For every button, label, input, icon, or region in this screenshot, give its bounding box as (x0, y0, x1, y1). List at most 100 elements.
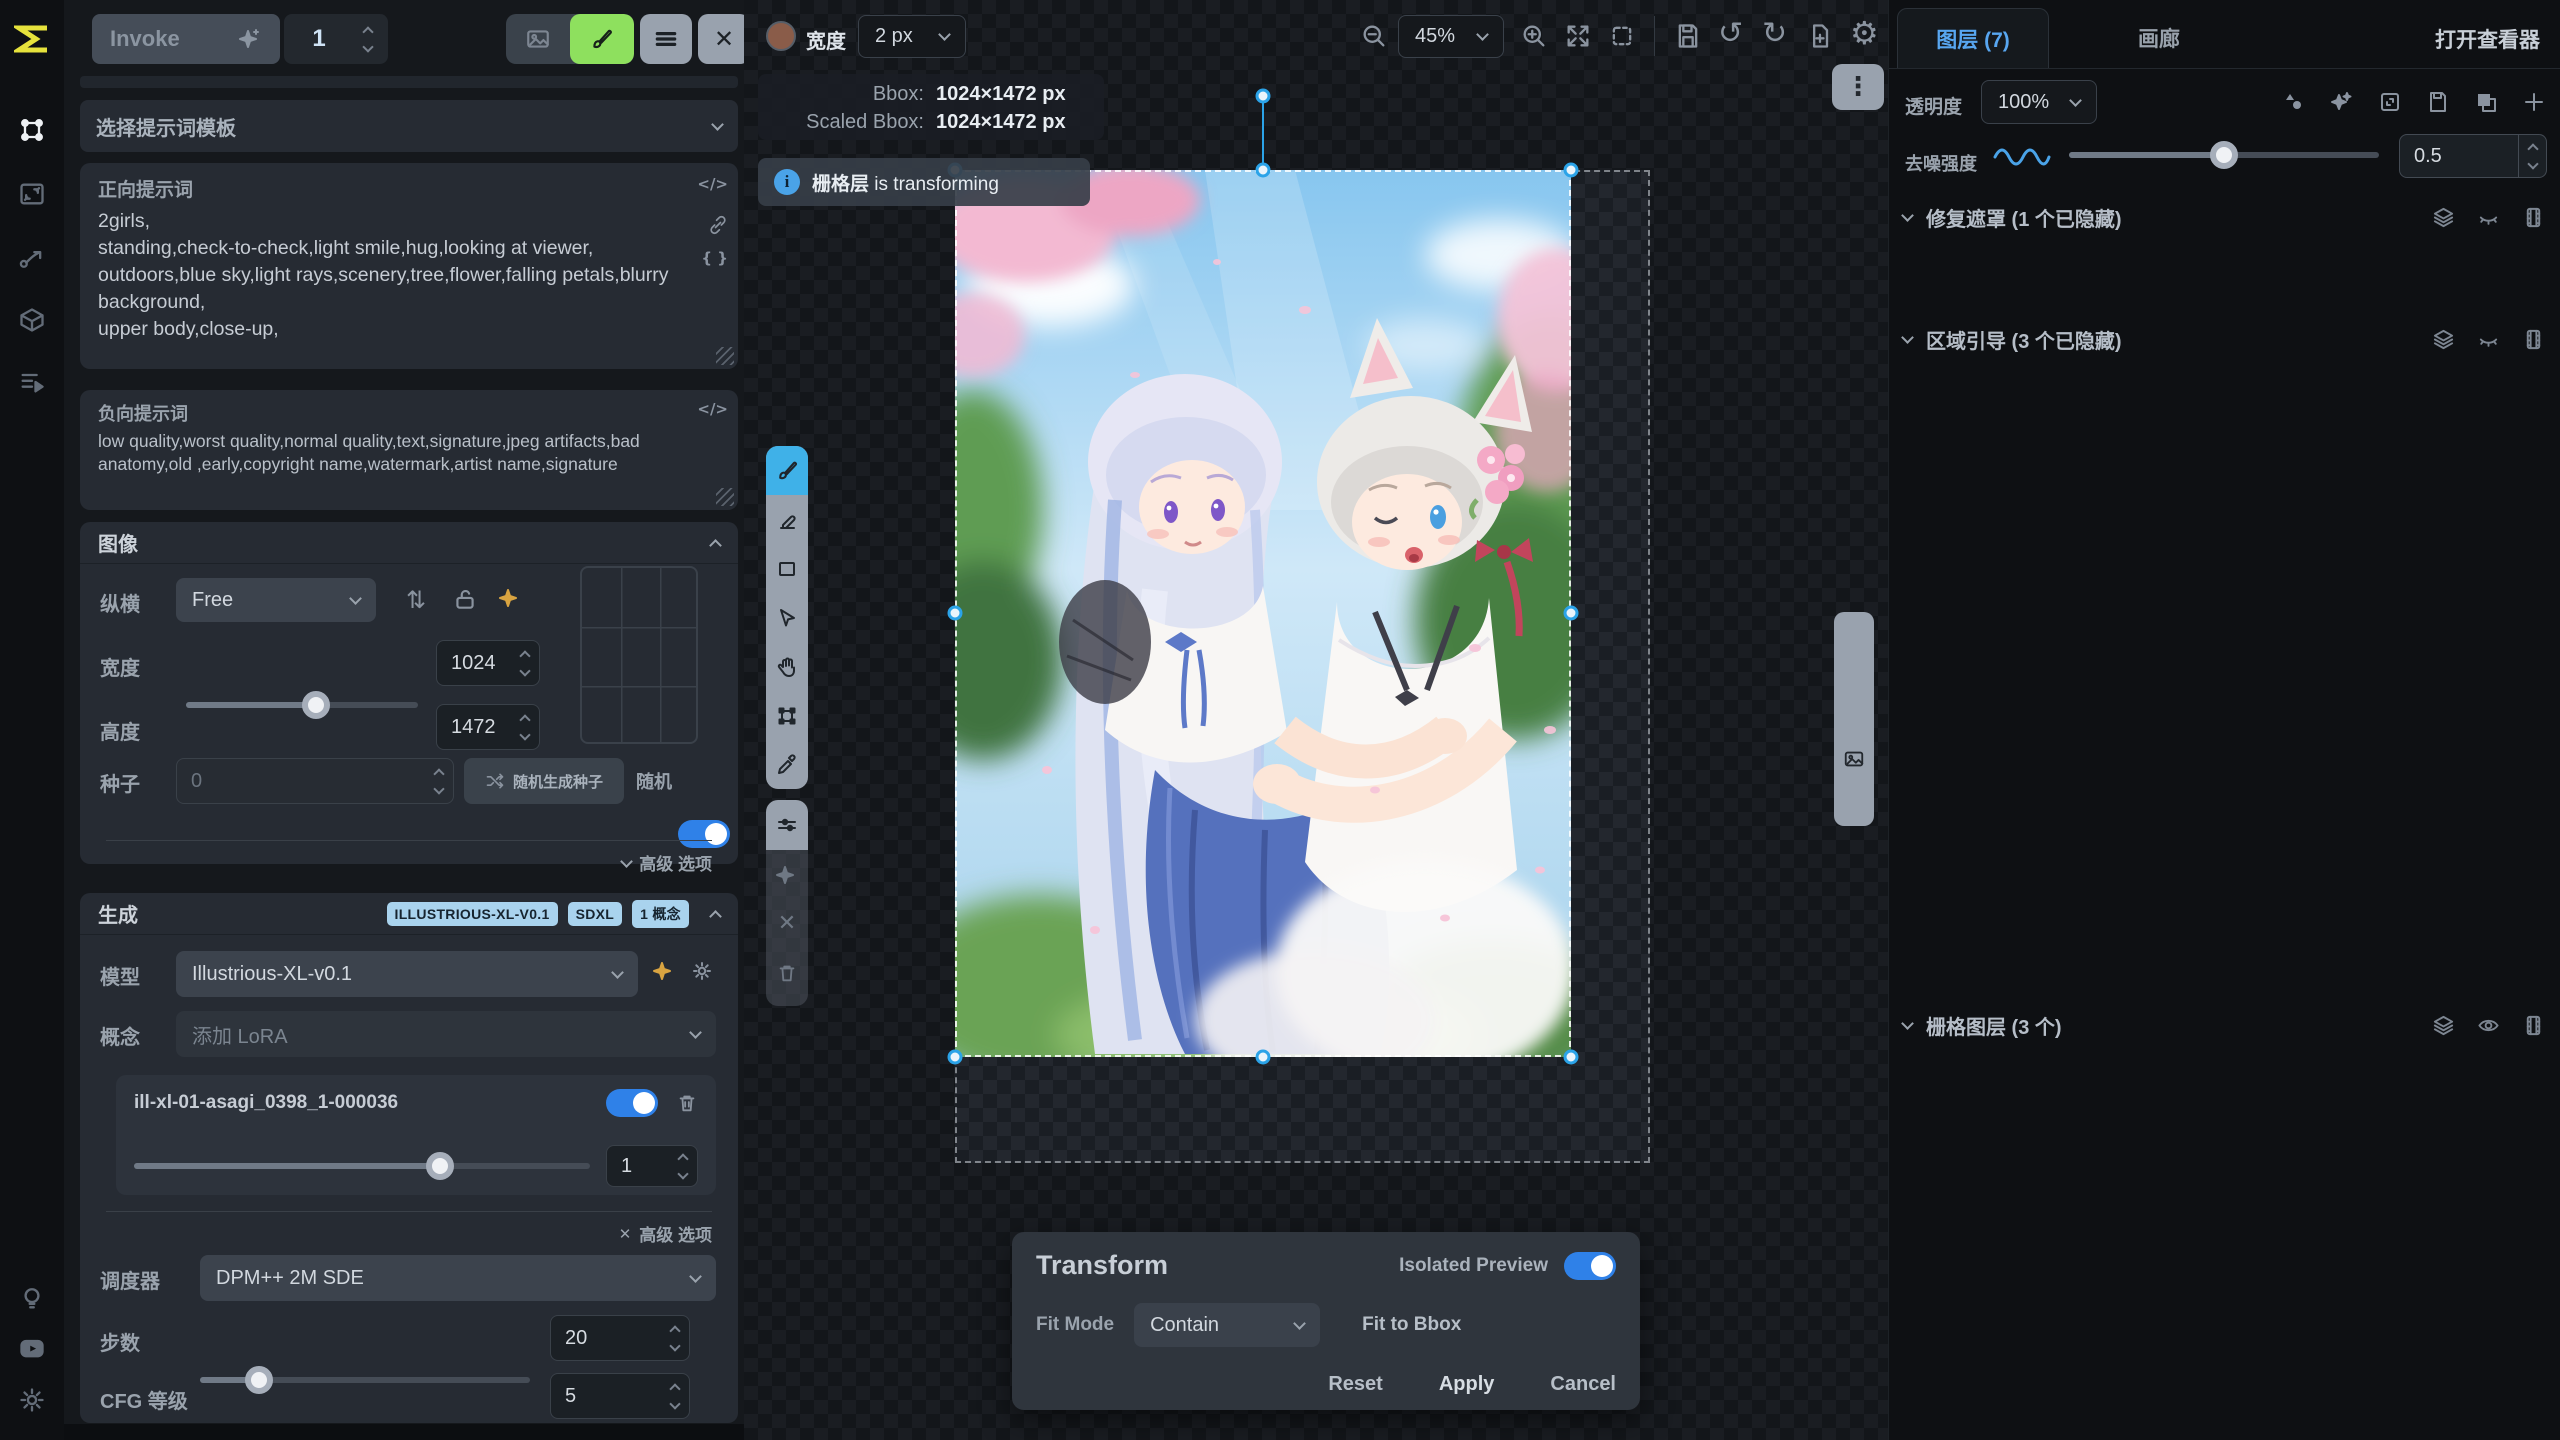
aspect-select[interactable]: Free (176, 578, 376, 622)
filmstrip-icon[interactable] (2522, 1014, 2545, 1037)
select-tool[interactable] (766, 593, 808, 642)
rail-queue-icon[interactable] (18, 368, 46, 396)
generation-advanced-toggle[interactable]: ✕ 高级 选项 (619, 1221, 712, 1246)
trash-icon[interactable] (676, 1092, 698, 1114)
zoom-out-icon[interactable] (1360, 22, 1388, 50)
swap-dimensions-icon[interactable]: ⇅ (406, 586, 426, 614)
tab-gallery[interactable]: 画廊 (2089, 8, 2229, 68)
model-settings-gear-icon[interactable] (690, 959, 714, 983)
optimize-sparkle-icon[interactable] (498, 586, 522, 610)
reset-button[interactable]: Reset (1328, 1373, 1382, 1396)
eye-closed-icon[interactable] (2477, 328, 2500, 351)
eye-closed-icon[interactable] (2477, 206, 2500, 229)
rotate-handle[interactable] (1256, 89, 1271, 104)
new-canvas-icon[interactable] (1806, 22, 1834, 50)
prompt-template-select[interactable]: 选择提示词模板 (80, 100, 738, 152)
prompt-code-icon[interactable]: </> (697, 175, 728, 193)
zoom-in-icon[interactable] (1520, 22, 1548, 50)
lora-select[interactable]: 添加 LoRA (176, 1011, 716, 1057)
image-section-header[interactable]: 图像 (80, 522, 738, 564)
positive-prompt-input[interactable]: 2girls, standing,check-to-check,light sm… (98, 208, 698, 343)
canvas-menu-button[interactable]: ⋮ (1832, 64, 1884, 110)
canvas-settings-gear-icon[interactable]: ⚙ (1850, 14, 1879, 52)
add-layer-plus-icon[interactable] (2522, 90, 2546, 114)
save-layer-icon[interactable] (2426, 90, 2450, 114)
prompt-link-icon[interactable] (708, 215, 728, 235)
brush-tool[interactable] (766, 446, 808, 495)
random-seed-toggle[interactable] (678, 820, 730, 848)
positive-prompt-card[interactable]: 正向提示词 2girls, standing,check-to-check,li… (80, 163, 738, 369)
transform-handle-e[interactable] (1564, 606, 1579, 621)
open-viewer-button[interactable]: 打开查看器 (2435, 24, 2540, 54)
lora-enabled-toggle[interactable] (606, 1089, 658, 1117)
transform-handle-sw[interactable] (948, 1050, 963, 1065)
isolated-preview-toggle[interactable] (1564, 1252, 1616, 1280)
negative-prompt-card[interactable]: 负向提示词 low quality,worst quality,normal q… (80, 390, 738, 510)
pan-tool[interactable] (766, 642, 808, 691)
prompt-code-icon[interactable]: </> (697, 400, 728, 418)
rail-upscale-icon[interactable] (18, 180, 46, 208)
layers-stack-icon[interactable] (2432, 1014, 2455, 1037)
rail-models-icon[interactable] (18, 306, 46, 334)
canvas-mode-button[interactable] (570, 14, 634, 64)
scheduler-select[interactable]: DPM++ 2M SDE (200, 1255, 716, 1301)
settings-gear-icon[interactable] (18, 1386, 46, 1414)
staging-area-pill[interactable] (1834, 612, 1874, 826)
eyedropper-tool[interactable] (766, 740, 808, 789)
height-numbox[interactable]: 1472 (436, 704, 540, 750)
crop-frame-icon[interactable] (2378, 90, 2402, 114)
brush-color-swatch[interactable] (766, 21, 796, 51)
rail-canvas-icon[interactable] (18, 116, 46, 144)
generate-mode-button[interactable] (506, 14, 570, 64)
fit-to-bbox-button[interactable]: Fit to Bbox (1362, 1314, 1461, 1336)
cfg-numbox[interactable]: 5 (550, 1373, 690, 1419)
close-panel-button[interactable]: ✕ (698, 14, 750, 64)
filmstrip-icon[interactable] (2522, 206, 2545, 229)
shuffle-seed-button[interactable]: 随机生成种子 (464, 758, 624, 804)
region-group-header[interactable]: 区域引导 (3 个已隐藏) (1889, 318, 2560, 360)
width-numbox[interactable]: 1024 (436, 640, 540, 686)
shapes-icon[interactable] (2282, 90, 2306, 114)
tab-layers[interactable]: 图层 (7) (1897, 8, 2049, 68)
raster-group-header[interactable]: 栅格图层 (3 个) (1889, 1004, 2560, 1046)
transform-tool[interactable] (766, 691, 808, 740)
eraser-tool[interactable] (766, 495, 808, 544)
inpaint-group-header[interactable]: 修复遮罩 (1 个已隐藏) (1889, 196, 2560, 238)
model-select[interactable]: Illustrious-XL-v0.1 (176, 951, 638, 997)
negative-prompt-input[interactable]: low quality,worst quality,normal quality… (98, 430, 698, 476)
canvas-area[interactable]: 宽度 2 px 45% ↺ ↻ ⚙ Bbox:1024×1472 px Scal… (744, 0, 1888, 1440)
queue-count-box[interactable]: 1 (284, 14, 388, 64)
transform-handle-w[interactable] (948, 606, 963, 621)
fit-view-icon[interactable] (1564, 22, 1592, 50)
invoke-button[interactable]: Invoke (92, 14, 280, 64)
transform-handle-se[interactable] (1564, 1050, 1579, 1065)
transform-handle-ne[interactable] (1564, 163, 1579, 178)
rail-workflows-icon[interactable] (18, 244, 46, 272)
save-icon[interactable] (1674, 22, 1702, 50)
lora-weight-slider[interactable] (134, 1163, 590, 1169)
help-bulb-icon[interactable] (18, 1284, 46, 1312)
prompt-braces-icon[interactable]: { } (701, 249, 728, 267)
resize-grip[interactable] (716, 347, 734, 365)
seed-input[interactable]: 0 (176, 758, 454, 804)
zoom-level-select[interactable]: 45% (1398, 15, 1504, 58)
filmstrip-icon[interactable] (2522, 328, 2545, 351)
width-slider[interactable] (186, 702, 418, 708)
menu-button[interactable] (640, 14, 692, 64)
rect-tool[interactable] (766, 544, 808, 593)
queue-count-stepper[interactable] (354, 14, 382, 64)
generation-section-header[interactable]: 生成 ILLUSTRIOUS-XL-V0.1 SDXL 1 概念 (80, 893, 738, 935)
lora-weight-numbox[interactable]: 1 (606, 1145, 698, 1187)
layers-stack-icon[interactable] (2432, 206, 2455, 229)
denoise-slider[interactable] (2069, 152, 2379, 158)
denoise-numbox[interactable]: 0.5 (2399, 134, 2547, 178)
resize-grip[interactable] (716, 488, 734, 506)
steps-numbox[interactable]: 20 (550, 1315, 690, 1361)
brush-width-select[interactable]: 2 px (858, 15, 966, 58)
transform-handle-n[interactable] (1256, 163, 1271, 178)
fit-mode-select[interactable]: Contain (1134, 1303, 1320, 1347)
eye-open-icon[interactable] (2477, 1014, 2500, 1037)
redo-icon[interactable]: ↻ (1762, 16, 1787, 51)
image-advanced-toggle[interactable]: 高级 选项 (622, 850, 712, 875)
steps-slider[interactable] (200, 1377, 530, 1383)
